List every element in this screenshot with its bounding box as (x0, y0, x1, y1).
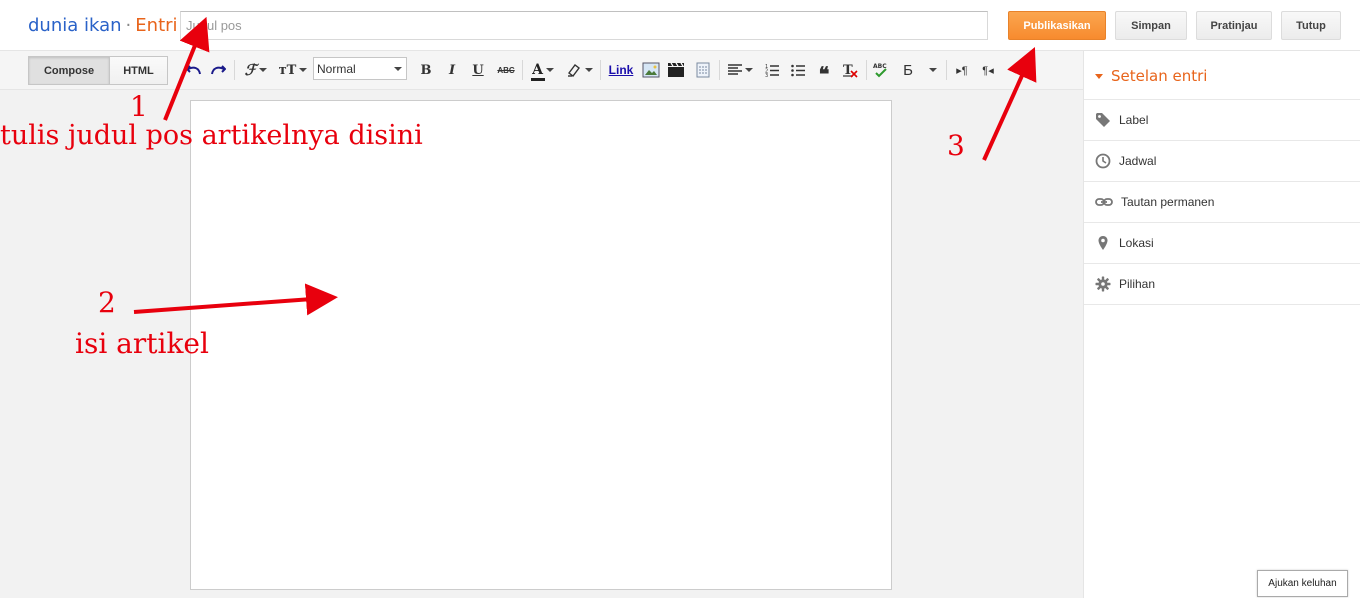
sidebar-item-options[interactable]: Pilihan (1084, 264, 1360, 305)
paragraph-format-value: Normal (317, 61, 356, 76)
gear-icon (1095, 276, 1111, 292)
sidebar-item-location-text: Lokasi (1119, 236, 1154, 250)
sidebar-item-schedule-text: Jadwal (1119, 154, 1157, 168)
blog-name-link[interactable]: dunia ikan (28, 15, 122, 36)
underline-button[interactable]: U (469, 60, 487, 80)
editor-toolbar: Compose HTML ℱ тT B I U ABC A Link 1 2 3… (0, 51, 1083, 90)
sidebar-item-label[interactable]: Label (1084, 100, 1360, 141)
sidebar-item-schedule[interactable]: Jadwal (1084, 141, 1360, 182)
insert-link-label: Link (608, 63, 634, 77)
strikethrough-button[interactable]: ABC (495, 60, 517, 80)
post-settings-title: Setelan entri (1111, 67, 1208, 85)
spell-check-icon[interactable]: ABC (871, 60, 891, 80)
toolbar-separator (522, 60, 523, 80)
redo-icon[interactable] (208, 60, 228, 80)
toolbar-separator (600, 60, 601, 80)
breadcrumb-separator: · (125, 15, 132, 36)
ltr-direction-icon[interactable]: ▸¶ (952, 60, 972, 80)
remove-formatting-icon[interactable]: T (840, 60, 860, 80)
italic-button[interactable]: I (443, 60, 461, 80)
undo-icon[interactable] (184, 60, 204, 80)
toolbar-separator (234, 60, 235, 80)
numbered-list-icon[interactable]: 123 (762, 60, 782, 80)
transliteration-label: Б (903, 61, 913, 79)
underline-label: U (472, 62, 484, 78)
align-icon[interactable] (725, 60, 755, 80)
toolbar-separator (946, 60, 947, 80)
toolbar-separator (719, 60, 720, 80)
svg-text:3: 3 (765, 73, 768, 77)
sidebar-item-location[interactable]: Lokasi (1084, 223, 1360, 264)
link-icon (1095, 194, 1113, 210)
text-color-icon[interactable]: A (528, 60, 558, 81)
annotation-text-2: isi artikel (75, 327, 209, 360)
location-pin-icon (1095, 235, 1111, 251)
post-settings-header[interactable]: Setelan entri (1084, 51, 1360, 100)
toolbar-separator (866, 60, 867, 80)
insert-jump-break-icon[interactable] (693, 60, 713, 80)
post-settings-sidebar: Setelan entri Label Jadwal Tautan perman… (1083, 51, 1360, 598)
section-title: Entri (135, 15, 178, 36)
save-button[interactable]: Simpan (1115, 11, 1187, 40)
rtl-direction-icon[interactable]: ¶◂ (978, 60, 998, 80)
html-mode-button[interactable]: HTML (109, 56, 168, 85)
bold-button[interactable]: B (417, 60, 435, 80)
annotation-number-3: 3 (947, 129, 965, 162)
compose-mode-button[interactable]: Compose (28, 56, 110, 85)
annotation-text-1: tulis judul pos artikelnya disini (0, 120, 423, 151)
sidebar-item-permalink[interactable]: Tautan permanen (1084, 182, 1360, 223)
blockquote-icon[interactable]: ❝ (814, 60, 834, 84)
sidebar-item-options-text: Pilihan (1119, 277, 1156, 291)
publish-button[interactable]: Publikasikan (1008, 11, 1106, 40)
annotation-number-2: 2 (98, 286, 116, 319)
bold-label: B (420, 62, 432, 78)
preview-button[interactable]: Pratinjau (1196, 11, 1272, 40)
strikethrough-label: ABC (497, 65, 515, 75)
highlight-color-icon[interactable] (564, 60, 594, 80)
feedback-button[interactable]: Ajukan keluhan (1257, 570, 1348, 597)
clock-icon (1095, 153, 1111, 169)
sidebar-item-label-text: Label (1119, 113, 1149, 127)
font-size-icon[interactable]: тT (277, 60, 309, 80)
tag-icon (1095, 112, 1111, 128)
italic-label: I (448, 62, 456, 78)
insert-image-icon[interactable] (641, 60, 661, 80)
post-title-input[interactable] (180, 11, 988, 40)
annotation-number-1: 1 (130, 90, 148, 123)
bullet-list-icon[interactable] (788, 60, 808, 80)
close-button[interactable]: Tutup (1281, 11, 1341, 40)
paragraph-format-select[interactable]: Normal (313, 57, 407, 80)
collapse-triangle-icon (1095, 74, 1103, 79)
insert-video-icon[interactable] (666, 60, 686, 80)
editor-header: dunia ikan·Entri Publikasikan Simpan Pra… (0, 0, 1360, 51)
transliteration-dropdown[interactable] (926, 60, 940, 80)
blogger-post-editor: dunia ikan·Entri Publikasikan Simpan Pra… (0, 0, 1360, 598)
sidebar-item-permalink-text: Tautan permanen (1121, 195, 1215, 209)
transliteration-icon[interactable]: Б (898, 60, 918, 80)
insert-link-button[interactable]: Link (607, 60, 635, 80)
font-family-icon[interactable]: ℱ (241, 60, 271, 80)
post-body-editor[interactable] (190, 100, 892, 590)
breadcrumb: dunia ikan · Entri (28, 15, 178, 36)
